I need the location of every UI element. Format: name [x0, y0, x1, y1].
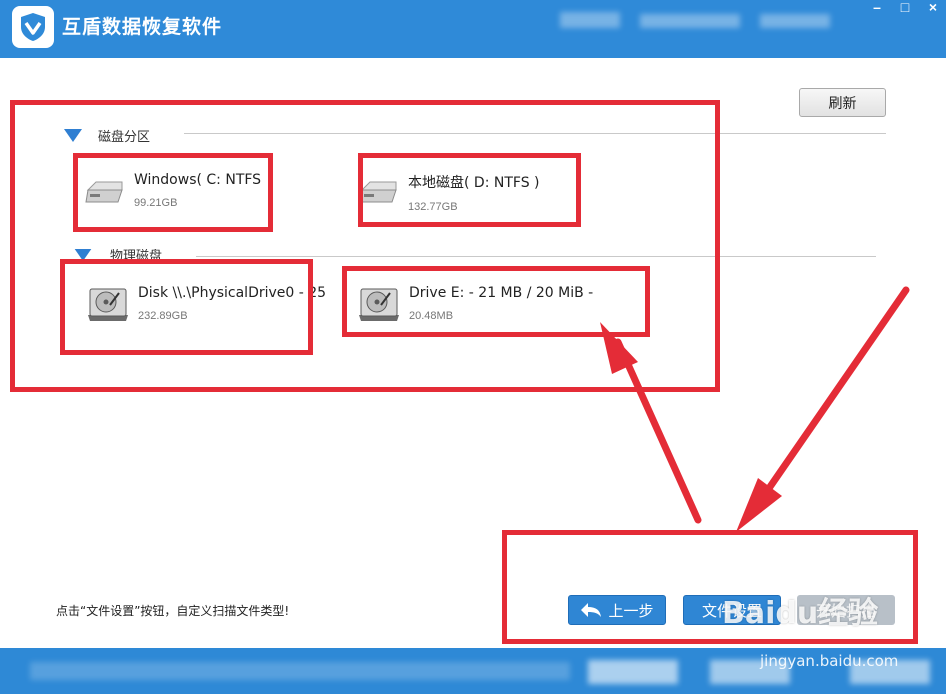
hard-drive-icon	[359, 181, 397, 203]
section-divider	[184, 133, 886, 134]
partitions-section-header[interactable]: 磁盘分区	[64, 126, 150, 145]
physical-section-label: 物理磁盘	[110, 249, 163, 259]
physical-section-header[interactable]: 物理磁盘	[74, 249, 162, 259]
arrow-head-icon	[736, 478, 782, 532]
refresh-button[interactable]: 刷新	[799, 88, 886, 117]
partition-name: Windows( C: NTFS )	[134, 172, 264, 188]
partition-item-c[interactable]: Windows( C: NTFS ) 99.21GB	[82, 172, 267, 212]
status-bar	[0, 648, 946, 694]
disk-size: 232.89GB	[138, 310, 188, 322]
collapse-triangle-icon[interactable]	[74, 249, 92, 259]
physical-disk-item-0[interactable]: Disk \\.\PhysicalDrive0 - 250 232.89GB	[86, 285, 326, 325]
arrow-head-icon	[600, 322, 638, 374]
hint-text: 点击“文件设置”按钮，自定义扫描文件类型!	[56, 604, 290, 618]
app-title: 互盾数据恢复软件	[62, 16, 223, 38]
physical-disk-icon	[88, 288, 128, 321]
app-logo-icon	[12, 6, 54, 48]
back-arrow-icon	[581, 603, 602, 617]
partition-name: 本地磁盘( D: NTFS )	[408, 175, 540, 191]
disk-size: 20.48MB	[409, 310, 454, 322]
title-bar: 互盾数据恢复软件 – □ ×	[0, 0, 946, 58]
partition-size: 99.21GB	[134, 197, 178, 209]
physical-disk-item-1[interactable]: Drive E: - 21 MB / 20 MiB - C 20.48MB	[357, 285, 597, 325]
disk-name: Disk \\.\PhysicalDrive0 - 250	[138, 285, 326, 301]
disk-name: Drive E: - 21 MB / 20 MiB - C	[409, 285, 597, 301]
section-divider	[196, 256, 876, 257]
close-button[interactable]: ×	[918, 0, 946, 18]
physical-disk-icon	[359, 288, 399, 321]
maximize-button[interactable]: □	[890, 0, 920, 18]
file-settings-button[interactable]: 文件设置	[683, 595, 781, 625]
start-scan-button[interactable]: 开始扫描	[797, 595, 895, 625]
arrow-to-footer	[750, 286, 910, 514]
annotation-box-footer-buttons	[502, 530, 918, 644]
collapse-triangle-icon[interactable]	[64, 129, 82, 142]
hard-drive-icon	[85, 181, 123, 203]
partitions-section-label: 磁盘分区	[98, 130, 151, 145]
minimize-button[interactable]: –	[862, 0, 892, 18]
partition-item-d[interactable]: 本地磁盘( D: NTFS ) 132.77GB	[356, 172, 571, 213]
partition-size: 132.77GB	[408, 201, 458, 213]
back-button[interactable]: 上一步	[568, 595, 666, 625]
back-button-label: 上一步	[608, 601, 654, 620]
arrow-to-disk-list	[614, 338, 702, 524]
